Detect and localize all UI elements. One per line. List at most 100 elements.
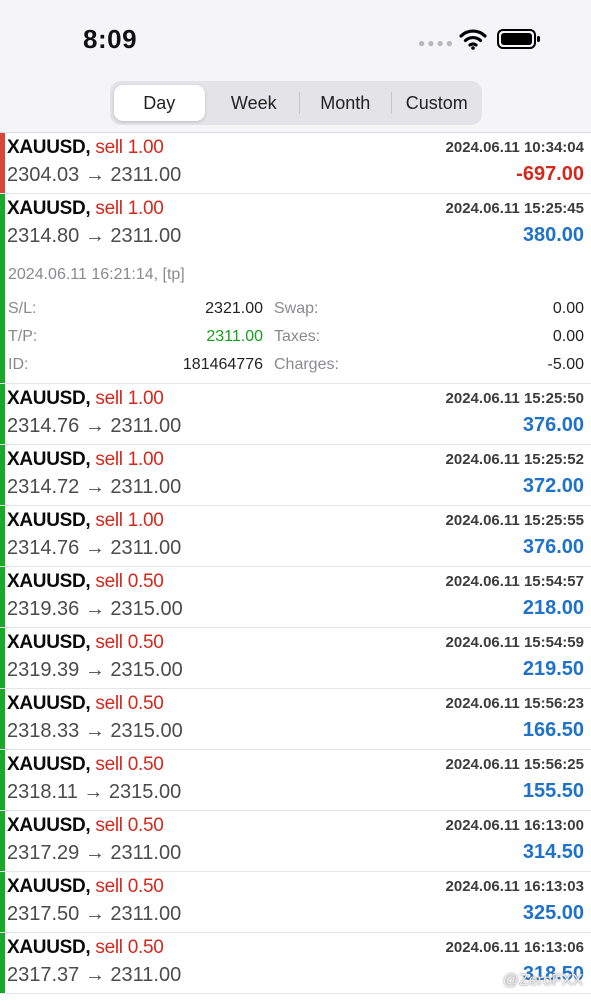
deal-symbol: XAUUSD, sell 1.00 [7, 510, 164, 532]
deal-symbol: XAUUSD, sell 0.50 [7, 876, 164, 898]
deal-open-time: 2024.06.11 15:25:45 [445, 200, 584, 217]
result-indicator-bar [0, 445, 5, 505]
deal-prices: 2318.33 → 2315.00 [7, 720, 183, 742]
deal-symbol: XAUUSD, sell 0.50 [7, 571, 164, 593]
deal-row[interactable]: XAUUSD, sell 1.00 2024.06.11 15:25:55 23… [0, 506, 591, 567]
tab-week[interactable]: Week [209, 85, 300, 121]
deal-profit: 325.00 [522, 902, 584, 924]
symbol-text: XAUUSD, [7, 632, 91, 653]
tp-label: T/P: [8, 328, 38, 345]
symbol-text: XAUUSD, [7, 876, 91, 897]
symbol-text: XAUUSD, [7, 754, 91, 775]
deal-prices: 2319.39 → 2315.00 [7, 659, 183, 681]
symbol-text: XAUUSD, [7, 388, 91, 409]
deal-open-time: 2024.06.11 16:13:00 [445, 817, 584, 834]
deal-action: sell 0.50 [95, 693, 164, 714]
tab-day[interactable]: Day [114, 85, 205, 121]
deal-symbol: XAUUSD, sell 0.50 [7, 632, 164, 654]
deal-prices: 2317.50 → 2311.00 [7, 903, 182, 925]
deal-symbol: XAUUSD, sell 0.50 [7, 815, 164, 837]
result-indicator-bar [0, 384, 5, 444]
deal-list: XAUUSD, sell 1.00 2024.06.11 10:34:04 23… [0, 133, 591, 994]
deal-prices: 2314.76 → 2311.00 [7, 537, 182, 559]
taxes-label: Taxes: [274, 328, 321, 345]
deal-row[interactable]: XAUUSD, sell 0.50 2024.06.11 16:13:00 23… [0, 811, 591, 872]
tab-month[interactable]: Month [300, 85, 391, 121]
cellular-signal-icon: ●●●● [418, 36, 455, 50]
deal-profit: 219.50 [522, 658, 584, 680]
deal-prices: 2314.80 → 2311.00 [7, 225, 182, 247]
deal-prices: 2317.29 → 2311.00 [7, 842, 182, 864]
deal-row[interactable]: XAUUSD, sell 0.50 2024.06.11 15:56:25 23… [0, 750, 591, 811]
symbol-text: XAUUSD, [7, 937, 91, 958]
status-time: 8:09 [83, 24, 138, 54]
result-indicator-bar [0, 194, 5, 383]
deal-open-time: 2024.06.11 16:13:06 [445, 939, 584, 956]
status-bar: 8:09 ●●●● [0, 0, 591, 76]
symbol-text: XAUUSD, [7, 137, 91, 158]
deal-action: sell 0.50 [95, 632, 164, 653]
deal-row[interactable]: XAUUSD, sell 1.00 2024.06.11 15:25:45 23… [0, 194, 591, 384]
symbol-text: XAUUSD, [7, 815, 91, 836]
deal-open-time: 2024.06.11 15:54:57 [445, 573, 584, 590]
deal-row[interactable]: XAUUSD, sell 1.00 2024.06.11 15:25:52 23… [0, 445, 591, 506]
deal-row[interactable]: XAUUSD, sell 0.50 2024.06.11 16:13:03 23… [0, 872, 591, 933]
swap-value: 0.00 [552, 300, 584, 317]
deal-row[interactable]: XAUUSD, sell 0.50 2024.06.11 15:56:23 23… [0, 689, 591, 750]
symbol-text: XAUUSD, [7, 449, 91, 470]
deal-open-time: 2024.06.11 15:25:55 [445, 512, 584, 529]
deal-row[interactable]: XAUUSD, sell 1.00 2024.06.11 10:34:04 23… [0, 133, 591, 194]
taxes-value: 0.00 [552, 328, 584, 345]
result-indicator-bar [0, 628, 5, 688]
watermark: @ZeroFXX [502, 972, 583, 989]
tp-value: 2311.00 [206, 328, 263, 345]
deal-symbol: XAUUSD, sell 0.50 [7, 937, 164, 959]
deal-profit: 166.50 [522, 719, 584, 741]
deal-symbol: XAUUSD, sell 1.00 [7, 137, 164, 159]
symbol-text: XAUUSD, [7, 510, 91, 531]
deal-prices: 2319.36 → 2315.00 [7, 598, 183, 620]
deal-action: sell 0.50 [95, 754, 164, 775]
deal-prices: 2314.72 → 2311.00 [7, 476, 182, 498]
deal-profit: 372.00 [522, 475, 584, 497]
deal-open-time: 2024.06.11 15:56:25 [445, 756, 584, 773]
deal-prices: 2318.11 → 2315.00 [7, 781, 182, 803]
deal-profit: 376.00 [522, 536, 584, 558]
deal-action: sell 1.00 [95, 449, 164, 470]
deal-action: sell 0.50 [95, 876, 164, 897]
symbol-text: XAUUSD, [7, 198, 91, 219]
deal-action: sell 1.00 [95, 510, 164, 531]
deal-open-time: 2024.06.11 15:56:23 [445, 695, 584, 712]
deal-action: sell 0.50 [95, 571, 164, 592]
tab-custom[interactable]: Custom [392, 85, 483, 121]
swap-label: Swap: [274, 300, 319, 317]
deal-row[interactable]: XAUUSD, sell 1.00 2024.06.11 15:25:50 23… [0, 384, 591, 445]
result-indicator-bar [0, 567, 5, 627]
charges-label: Charges: [274, 356, 339, 373]
deal-prices: 2317.37 → 2311.00 [7, 964, 182, 986]
deal-row[interactable]: XAUUSD, sell 0.50 2024.06.11 15:54:57 23… [0, 567, 591, 628]
deal-row[interactable]: XAUUSD, sell 0.50 2024.06.11 15:54:59 23… [0, 628, 591, 689]
deal-profit: 376.00 [522, 414, 584, 436]
deal-symbol: XAUUSD, sell 0.50 [7, 754, 164, 776]
deal-symbol: XAUUSD, sell 1.00 [7, 198, 164, 220]
result-indicator-bar [0, 689, 5, 749]
deal-action: sell 1.00 [95, 388, 164, 409]
id-label: ID: [8, 356, 29, 373]
battery-icon [497, 29, 540, 49]
sl-value: 2321.00 [205, 300, 263, 317]
period-segmented-control: Day Week Month Custom [110, 81, 482, 125]
wifi-icon [459, 29, 487, 50]
result-indicator-bar [0, 133, 5, 193]
deal-symbol: XAUUSD, sell 1.00 [7, 388, 164, 410]
deal-close-info: 2024.06.11 16:21:14, [tp] [8, 266, 185, 283]
deal-profit: -697.00 [516, 163, 584, 185]
deal-open-time: 2024.06.11 10:34:04 [445, 139, 584, 156]
symbol-text: XAUUSD, [7, 571, 91, 592]
deal-open-time: 2024.06.11 15:54:59 [445, 634, 584, 651]
deal-profit: 314.50 [522, 841, 584, 863]
deal-action: sell 0.50 [95, 937, 164, 958]
deal-action: sell 0.50 [95, 815, 164, 836]
result-indicator-bar [0, 933, 5, 993]
deal-prices: 2304.03 → 2311.00 [7, 164, 182, 186]
